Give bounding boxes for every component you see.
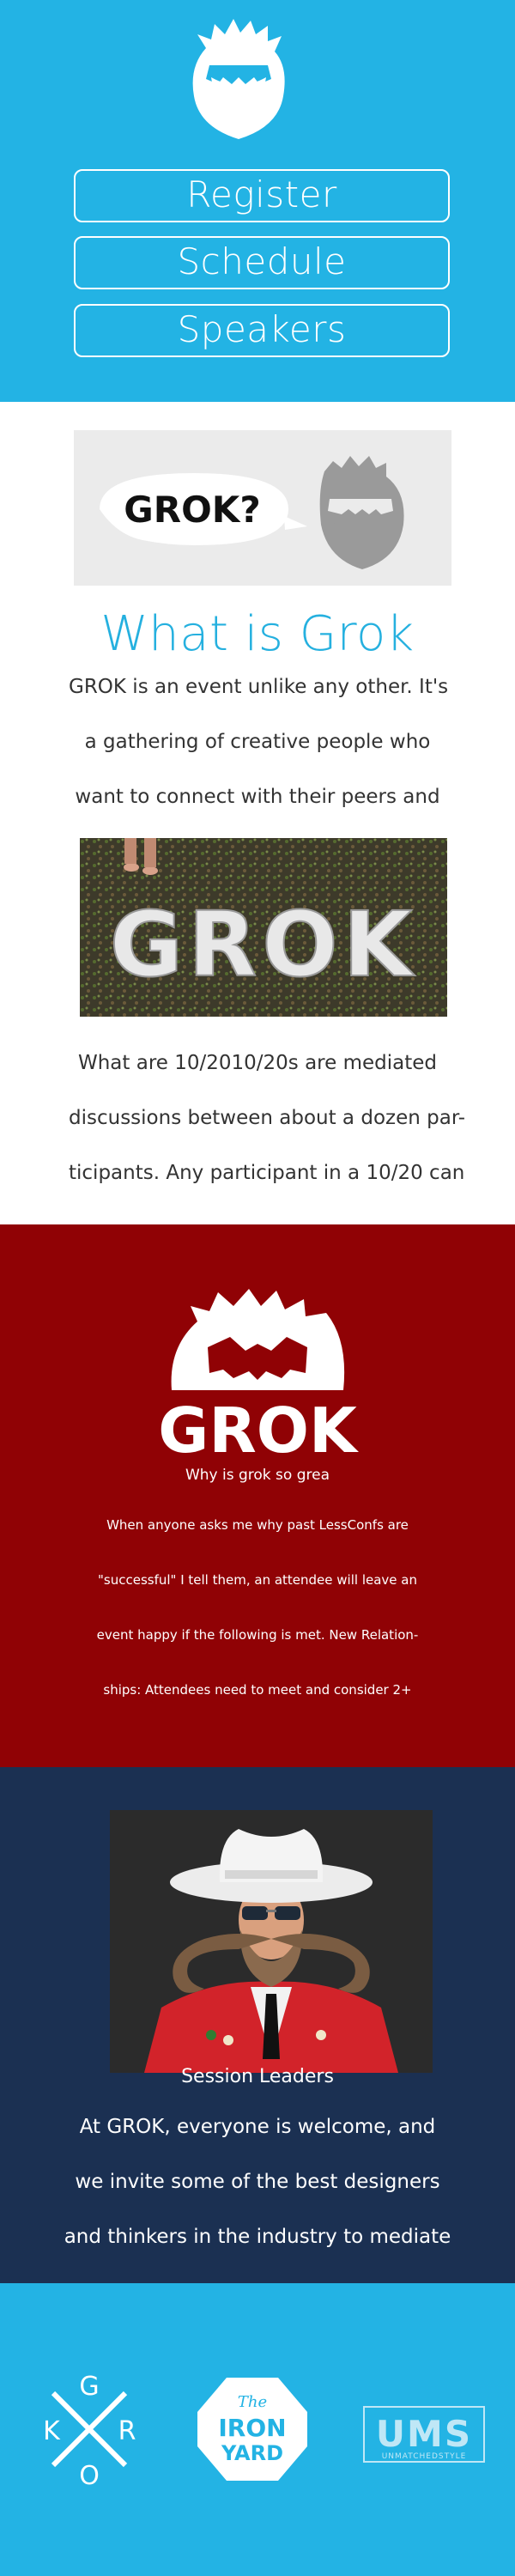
- iron-yard-the: The: [238, 2393, 267, 2411]
- intro-line: a gathering of creative people who: [84, 731, 431, 753]
- what-is-grok-section: GROK? What is Grok GROK is an event unli…: [0, 402, 515, 1224]
- what-is-grok-title: What is Grok: [100, 606, 415, 662]
- header-section: Register Schedule Speakers: [0, 0, 515, 402]
- intro-line: want to connect with their peers and: [75, 786, 440, 808]
- logo-grok-text: GROK: [158, 1394, 359, 1459]
- why-line: "successful" I tell them, an attendee wi…: [98, 1572, 417, 1588]
- grok-letters-photo: GROK: [80, 838, 447, 1017]
- session-paragraph: At GROK, everyone is welcome, and we inv…: [52, 2099, 464, 2264]
- grok-letter-k: K: [43, 2416, 61, 2446]
- photo-grok-text: GROK: [110, 892, 417, 997]
- speakers-button[interactable]: Speakers: [74, 304, 450, 357]
- iron-yard-yard: YARD: [221, 2441, 283, 2465]
- sponsor-grok-logo[interactable]: G K R O: [38, 2369, 141, 2489]
- ums-tagline: UNMATCHEDSTYLE: [382, 2452, 467, 2461]
- iron-yard-iron: IRON: [218, 2414, 286, 2442]
- why-line: event happy if the following is met. New…: [96, 1627, 419, 1643]
- detail-line: ticipants. Any participant in a 10/20 ca…: [69, 1162, 465, 1184]
- cowboy-mustache-portrait: [110, 1810, 433, 2073]
- sponsor-ums-logo[interactable]: UMS UNMATCHEDSTYLE: [355, 2369, 493, 2489]
- intro-line: GROK is an event unlike any other. It's: [69, 676, 449, 698]
- session-line: and thinkers in the industry to mediate: [64, 2226, 451, 2248]
- why-grok-section: GROK Why is grok so grea When anyone ask…: [0, 1224, 515, 1767]
- session-line: At GROK, everyone is welcome, and: [79, 2116, 436, 2138]
- sponsor-iron-yard-logo[interactable]: The IRON YARD: [192, 2369, 312, 2489]
- register-button[interactable]: Register: [74, 169, 450, 222]
- why-paragraph: When anyone asks me why past LessConfs a…: [52, 1498, 464, 1717]
- session-leaders-section: Session Leaders At GROK, everyone is wel…: [0, 1767, 515, 2283]
- session-line: we invite some of the best designers: [75, 2171, 440, 2193]
- why-line: ships: Attendees need to meet and consid…: [103, 1682, 412, 1698]
- grok-logo-icon: GROK: [158, 1289, 359, 1459]
- schedule-button[interactable]: Schedule: [74, 236, 450, 289]
- why-heading: Why is grok so grea: [185, 1467, 330, 1484]
- grok-yeti-head-icon[interactable]: [185, 14, 292, 143]
- ums-name: UMS: [376, 2413, 472, 2455]
- detail-line: discussions between about a dozen par-: [69, 1107, 466, 1129]
- sponsors-section: G K R O The IRON YARD UMS UNMATCHEDSTYLE: [0, 2283, 515, 2576]
- detail-line: What are 10/2010/20s are mediated: [77, 1052, 438, 1074]
- detail-paragraph: What are 10/2010/20s are mediated discus…: [69, 1036, 466, 1200]
- grok-letter-g: G: [79, 2372, 99, 2402]
- why-line: When anyone asks me why past LessConfs a…: [106, 1517, 409, 1533]
- intro-paragraph: GROK is an event unlike any other. It's …: [69, 659, 449, 824]
- banner-grok-text: GROK?: [124, 489, 260, 531]
- grok-question-banner: GROK?: [74, 430, 451, 586]
- grok-letter-r: R: [118, 2416, 136, 2446]
- session-leaders-heading: Session Leaders: [181, 2066, 334, 2087]
- grok-letter-o: O: [79, 2461, 100, 2489]
